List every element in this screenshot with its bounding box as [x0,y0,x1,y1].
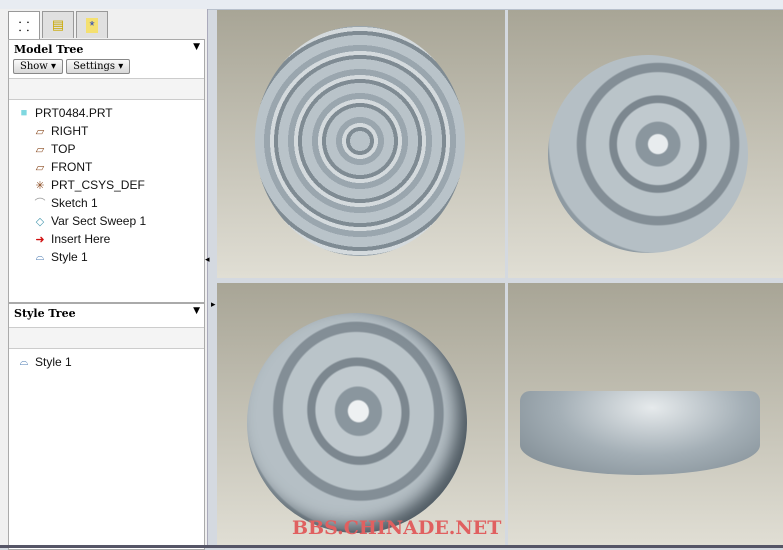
datum-plane-icon: ▱ [35,161,45,174]
tab-favorites[interactable]: * [76,11,108,38]
style-icon: ⌓ [35,250,45,263]
viewport-front-iso-view[interactable] [217,283,505,545]
sketch-icon: ⌒ [34,198,46,210]
tree-item-top[interactable]: ▱ TOP [9,140,204,158]
expand-panel-handle[interactable]: ▸ [211,299,216,310]
model-iso-view [548,55,748,253]
tree-item-label: Var Sect Sweep 1 [51,214,147,228]
tree-item-label: FRONT [51,160,93,174]
viewport-top-view[interactable] [217,10,505,278]
tab-folder-browser[interactable]: ▤ [42,11,74,38]
tree-item-label: RIGHT [51,124,89,138]
settings-button[interactable]: Settings ▾ [66,59,131,74]
style-tree-panel: Style Tree ▼ ⌓ Style 1 [8,303,205,550]
tree-item-label: TOP [51,142,76,156]
favorites-folder-icon: * [86,17,98,33]
model-tree-menu-dropdown[interactable]: ▼ [193,42,200,52]
collapse-panel-handle[interactable]: ◂ [205,254,210,265]
tree-item-prt0484-prt[interactable]: ■ PRT0484.PRT [9,104,204,122]
tree-item-var-sect-sweep-1[interactable]: ◇ Var Sect Sweep 1 [9,212,204,230]
tree-item-label: Style 1 [35,355,72,369]
style-tree-menu-dropdown[interactable]: ▼ [193,306,200,316]
tree-column-header [9,78,204,100]
tree-item-label: PRT0484.PRT [35,106,113,120]
watermark: BBS.CHINADE.NET [292,517,502,539]
datum-plane-icon: ▱ [35,125,45,138]
viewport-iso-view[interactable] [508,10,783,278]
style-tree-title: Style Tree [14,307,76,320]
tree-item-label: PRT_CSYS_DEF [51,178,145,192]
tree-item-sketch-1[interactable]: ⌒ Sketch 1 [9,194,204,212]
style-icon: ⌓ [19,355,29,368]
model-tree-icon: ⸬ [18,19,30,34]
insert-arrow-icon: ➜ [35,233,45,246]
part-icon: ■ [20,107,28,119]
model-side-view [520,391,760,475]
show-button[interactable]: Show ▾ [13,59,64,74]
model-front-iso-view [222,288,492,545]
sweep-icon: ◇ [35,215,45,228]
tree-item-front[interactable]: ▱ FRONT [9,158,204,176]
tree-item-right[interactable]: ▱ RIGHT [9,122,204,140]
tree-item-label: Sketch 1 [51,196,98,210]
tree-item-style-1[interactable]: ⌓ Style 1 [9,248,204,266]
tab-model-tree[interactable]: ⸬ [8,11,40,40]
tree-item-label: Insert Here [51,232,111,246]
navigator-panel: ⸬ ▤ * Model Tree ▼ Show ▾ Settings ▾ ■ PRT… [0,9,216,550]
model-tree-panel: Model Tree ▼ Show ▾ Settings ▾ ■ PRT0484.P… [8,39,205,303]
viewport-side-view[interactable] [508,283,783,545]
datum-plane-icon: ▱ [35,143,45,156]
style-tree-column-header [9,327,204,349]
tree-item-label: Style 1 [51,250,88,264]
tree-item-prt-csys-def[interactable]: ✳ PRT_CSYS_DEF [9,176,204,194]
folder-browser-icon: ▤ [51,17,65,32]
model-tree-title: Model Tree [14,43,84,56]
tree-item-style-1[interactable]: ⌓ Style 1 [9,353,204,371]
model-top-view [255,26,465,256]
tree-item-insert-here[interactable]: ➜ Insert Here [9,230,204,248]
coordinate-system-icon: ✳ [35,179,45,192]
